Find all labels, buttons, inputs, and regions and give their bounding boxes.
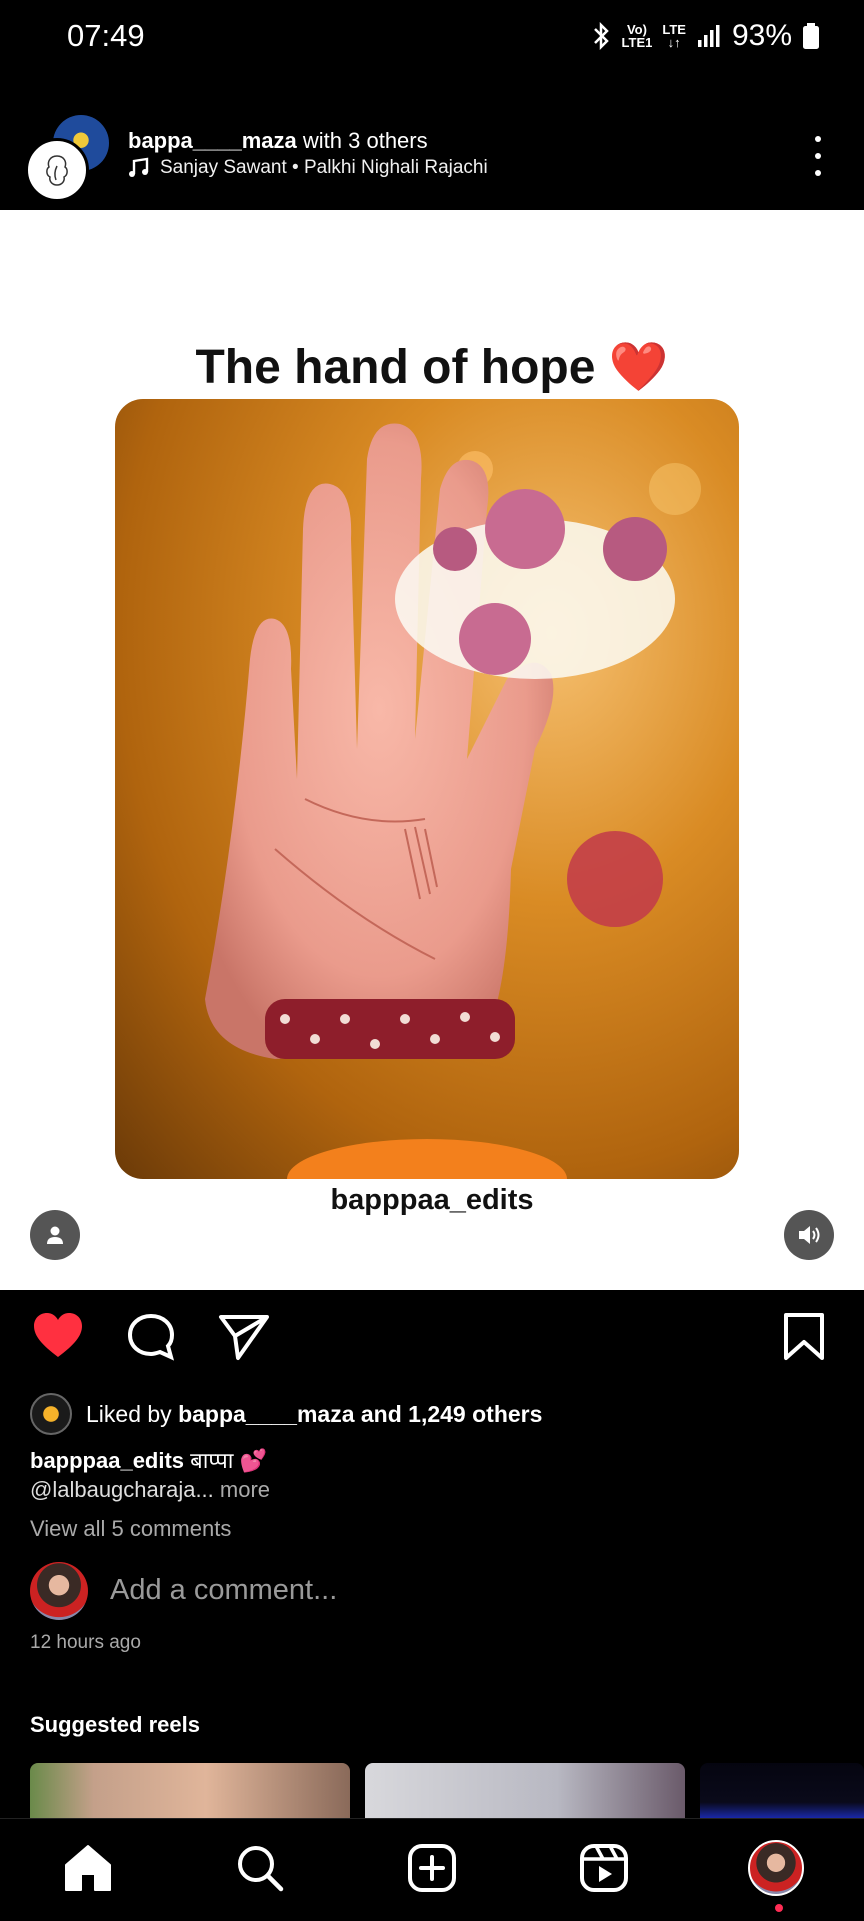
bluetooth-icon (593, 22, 609, 50)
add-comment-input[interactable]: Add a comment... (110, 1574, 337, 1607)
suggested-reel-card[interactable] (365, 1763, 685, 1819)
reel-image (115, 399, 739, 1179)
signal-icon (697, 25, 720, 47)
more-options-icon[interactable] (808, 136, 828, 176)
ganesha-logo-icon (46, 155, 68, 186)
tagged-people-icon[interactable] (30, 1210, 80, 1260)
volte-indicator: Vo) LTE1 (621, 22, 653, 50)
sound-toggle-icon[interactable] (784, 1210, 834, 1260)
caption-more-link[interactable]: more (220, 1477, 270, 1502)
person-icon (47, 1226, 63, 1244)
music-note-icon (129, 157, 149, 177)
share-send-icon[interactable] (218, 1312, 270, 1364)
liker-avatar (30, 1393, 72, 1435)
liker-username[interactable]: bappa____maza (178, 1401, 354, 1427)
caption-author[interactable]: bapppaa_edits (30, 1448, 184, 1473)
caption-text: बाप्पा 💕 (190, 1448, 267, 1473)
lte-indicator: LTE ↓↑ (662, 22, 686, 50)
create-icon[interactable] (404, 1840, 460, 1896)
comment-icon[interactable] (126, 1312, 178, 1364)
post-authors[interactable]: bappa____maza with 3 others (128, 128, 428, 154)
post-caption: bapppaa_edits बाप्पा 💕 (30, 1445, 267, 1475)
reel-title: The hand of hope ❤️ (195, 341, 669, 394)
status-time: 07:49 (67, 18, 145, 53)
heart-filled-icon (34, 1313, 82, 1357)
reels-icon[interactable] (576, 1840, 632, 1896)
coauthors-text[interactable]: with 3 others (303, 128, 428, 153)
profile-tab[interactable] (748, 1840, 804, 1896)
like-heart-icon[interactable] (32, 1312, 84, 1364)
speaker-icon (799, 1226, 820, 1244)
battery-icon (803, 23, 819, 49)
author-avatar[interactable] (25, 138, 89, 202)
view-all-comments-link[interactable]: View all 5 comments (30, 1516, 231, 1542)
search-icon[interactable] (232, 1840, 288, 1896)
suggested-reels-heading: Suggested reels (30, 1712, 200, 1737)
post-timestamp: 12 hours ago (30, 1632, 141, 1653)
profile-avatar[interactable] (748, 1840, 804, 1896)
heart-emoji: ❤️ (608, 341, 669, 394)
save-bookmark-icon[interactable] (782, 1312, 834, 1364)
status-icons: Vo) LTE1 LTE ↓↑ 93% (590, 16, 820, 56)
audio-title[interactable]: Sanjay Sawant • Palkhi Nighali Rajachi (160, 157, 488, 179)
caption-continued: @lalbaugcharaja... more (30, 1477, 270, 1503)
home-icon[interactable] (60, 1840, 116, 1896)
audio-link[interactable]: Sanjay Sawant • Palkhi Nighali Rajachi (128, 157, 488, 179)
likes-summary[interactable]: Liked by bappa____maza and 1,249 others (30, 1393, 542, 1435)
hand-illustration (205, 423, 701, 1179)
notification-dot (775, 1904, 783, 1912)
battery-percent: 93% (731, 19, 792, 52)
likes-count[interactable]: and 1,249 others (361, 1401, 543, 1427)
caption-mention[interactable]: @lalbaugcharaja... (30, 1477, 214, 1502)
author-username[interactable]: bappa____maza (128, 128, 297, 153)
reel-credit: bapppaa_edits (330, 1184, 534, 1216)
flower-garland (395, 489, 675, 679)
current-user-avatar (30, 1562, 88, 1620)
suggested-reel-card[interactable] (30, 1763, 350, 1819)
suggested-reel-card[interactable] (700, 1763, 864, 1819)
